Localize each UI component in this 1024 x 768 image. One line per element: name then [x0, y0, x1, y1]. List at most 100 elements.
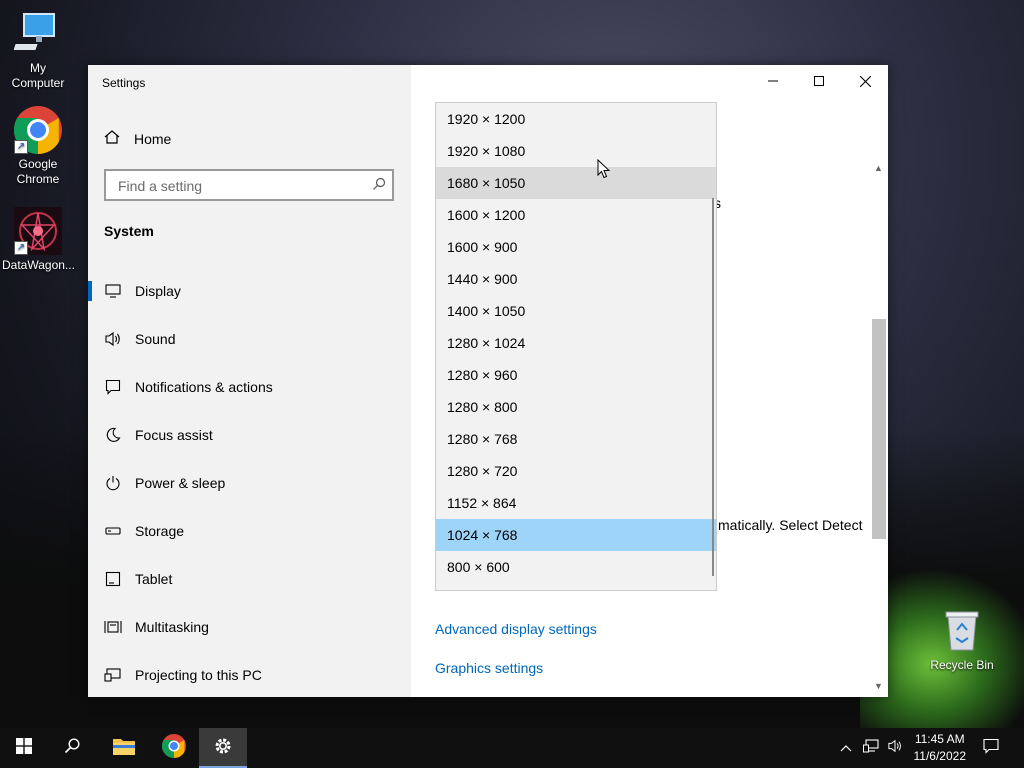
desktop-icon-my-computer[interactable]: My Computer — [2, 10, 74, 91]
computer-icon — [13, 10, 62, 58]
taskbar: 11:45 AM 11/6/2022 — [0, 728, 1024, 768]
notification-icon — [983, 738, 999, 759]
settings-window: Settings Home System Display — [88, 65, 888, 697]
taskbar-chrome[interactable] — [150, 728, 198, 768]
search-icon — [64, 737, 80, 759]
windows-logo-icon — [16, 737, 32, 759]
settings-nav: Display Sound Notifications & actions Fo… — [88, 267, 411, 699]
tablet-icon — [103, 569, 123, 589]
volume-button[interactable] — [884, 728, 906, 768]
resolution-option[interactable]: 1280 × 960 — [436, 359, 716, 391]
nav-item-power-sleep[interactable]: Power & sleep — [88, 459, 411, 507]
resolution-option[interactable]: 1280 × 1024 — [436, 327, 716, 359]
graphics-settings-link[interactable]: Graphics settings — [435, 660, 543, 676]
show-hidden-icons-button[interactable] — [836, 728, 856, 768]
search-input[interactable] — [116, 171, 370, 201]
taskbar-settings[interactable] — [199, 728, 247, 768]
network-button[interactable] — [860, 728, 882, 768]
projecting-icon — [103, 665, 123, 685]
speaker-icon — [103, 329, 123, 349]
monitor-icon — [103, 281, 123, 301]
resolution-option-selected[interactable]: 1024 × 768 — [436, 519, 716, 551]
action-center-button[interactable] — [976, 728, 1006, 768]
nav-item-label: Multitasking — [135, 619, 209, 635]
home-label: Home — [134, 131, 172, 147]
nav-item-label: Notifications & actions — [135, 379, 273, 395]
resolution-option[interactable]: 1280 × 768 — [436, 423, 716, 455]
window-title: Settings — [102, 76, 146, 90]
desktop-icon-label: Google — [18, 157, 58, 171]
desktop-icon-label: DataWagon... — [2, 258, 75, 272]
nav-item-label: Focus assist — [135, 427, 213, 443]
desktop-icon-google-chrome[interactable]: ↗ Google Chrome — [2, 106, 74, 187]
desktop-icon-label: Computer — [11, 76, 65, 90]
scroll-down-icon[interactable]: ▼ — [874, 681, 883, 691]
nav-item-label: Projecting to this PC — [135, 667, 262, 683]
content-scrollbar[interactable]: ▲ ▼ — [872, 161, 886, 693]
chevron-up-icon — [840, 739, 852, 757]
dropdown-scrollbar[interactable] — [712, 198, 714, 576]
desktop-icon-label: Recycle Bin — [930, 658, 994, 672]
datawagon-icon: ↗ — [14, 207, 62, 255]
resolution-dropdown-list[interactable]: 1920 × 1200 1920 × 1080 1680 × 1050 1600… — [435, 102, 717, 591]
power-icon — [103, 473, 123, 493]
speaker-icon — [886, 739, 904, 758]
desktop-icon-label: Chrome — [16, 172, 60, 186]
resolution-option[interactable]: 1920 × 1080 — [436, 135, 716, 167]
resolution-option[interactable]: 1920 × 1200 — [436, 103, 716, 135]
network-icon — [863, 738, 879, 758]
shortcut-arrow-icon: ↗ — [14, 241, 28, 255]
resolution-option[interactable]: 1600 × 900 — [436, 231, 716, 263]
nav-item-label: Power & sleep — [135, 475, 226, 491]
start-button[interactable] — [0, 728, 48, 768]
mouse-cursor-icon — [597, 158, 611, 184]
resolution-option[interactable]: 1280 × 800 — [436, 391, 716, 423]
maximize-button[interactable] — [796, 65, 842, 97]
nav-item-label: Sound — [135, 331, 176, 347]
search-icon[interactable] — [372, 177, 386, 196]
shortcut-arrow-icon: ↗ — [14, 140, 28, 154]
search-box[interactable] — [104, 169, 394, 201]
taskbar-search-button[interactable] — [48, 728, 96, 768]
resolution-option[interactable]: 1400 × 1050 — [436, 295, 716, 327]
clock-time: 11:45 AM — [914, 732, 965, 746]
moon-icon — [103, 425, 123, 445]
nav-item-multitasking[interactable]: Multitasking — [88, 603, 411, 651]
nav-item-display[interactable]: Display — [88, 267, 411, 315]
resolution-option[interactable]: 1280 × 720 — [436, 455, 716, 487]
resolution-option[interactable]: 800 × 600 — [436, 551, 716, 583]
resolution-option[interactable]: 1152 × 864 — [436, 487, 716, 519]
recycle-bin-icon — [942, 608, 982, 652]
scrollbar-thumb[interactable] — [872, 319, 886, 539]
multitasking-icon — [103, 617, 123, 637]
desktop-icon-label: My — [30, 61, 46, 75]
chrome-icon — [161, 733, 186, 763]
nav-item-sound[interactable]: Sound — [88, 315, 411, 363]
scroll-up-icon[interactable]: ▲ — [874, 163, 883, 173]
section-heading: System — [104, 223, 154, 239]
nav-item-storage[interactable]: Storage — [88, 507, 411, 555]
resolution-option[interactable]: 1600 × 1200 — [436, 199, 716, 231]
resolution-option-hovered[interactable]: 1680 × 1050 — [436, 167, 716, 199]
minimize-button[interactable] — [750, 65, 796, 97]
detect-displays-text: matically. Select Detect — [718, 517, 863, 533]
nav-item-notifications[interactable]: Notifications & actions — [88, 363, 411, 411]
nav-item-tablet[interactable]: Tablet — [88, 555, 411, 603]
resolution-option[interactable]: 1440 × 900 — [436, 263, 716, 295]
nav-item-label: Storage — [135, 523, 185, 539]
chrome-icon: ↗ — [13, 106, 62, 154]
clock-date: 11/6/2022 — [913, 749, 967, 763]
storage-icon — [103, 521, 123, 541]
home-nav-item[interactable]: Home — [104, 129, 171, 149]
nav-item-label: Tablet — [135, 571, 173, 587]
desktop-icon-datawagon[interactable]: ↗ DataWagon... — [2, 207, 75, 273]
taskbar-file-explorer[interactable] — [100, 728, 148, 768]
taskbar-clock[interactable]: 11:45 AM 11/6/2022 — [914, 731, 967, 765]
nav-item-projecting[interactable]: Projecting to this PC — [88, 651, 411, 699]
window-caption-buttons — [750, 65, 888, 97]
folder-icon — [112, 736, 136, 761]
advanced-display-settings-link[interactable]: Advanced display settings — [435, 621, 597, 637]
nav-item-focus-assist[interactable]: Focus assist — [88, 411, 411, 459]
desktop-icon-recycle-bin[interactable]: Recycle Bin — [928, 608, 996, 672]
close-button[interactable] — [842, 65, 888, 97]
